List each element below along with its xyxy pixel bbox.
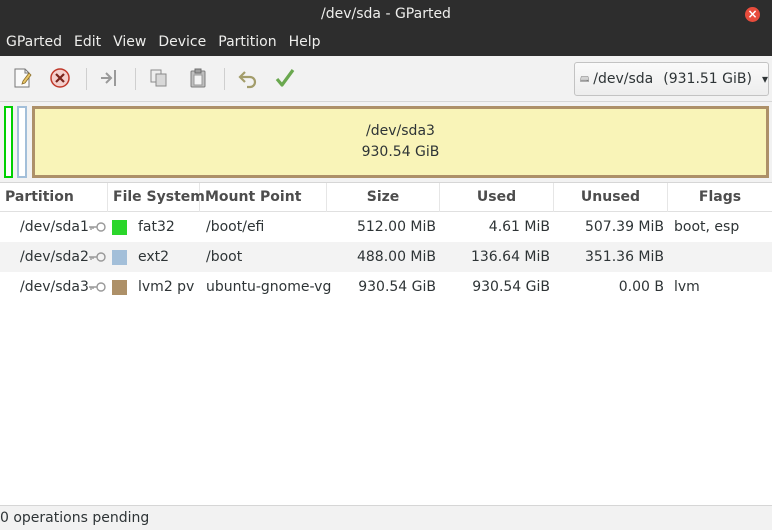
partition-unused: 507.39 MiB (584, 219, 664, 235)
menu-bar: GParted Edit View Device Partition Help (0, 29, 772, 56)
resize-move-icon (101, 70, 116, 86)
copy-button[interactable] (147, 66, 171, 90)
column-header-used[interactable]: Used (440, 183, 554, 212)
partition-size: 512.00 MiB (356, 219, 436, 235)
filesystem-color-swatch (112, 250, 127, 265)
partition-graphic: /dev/sda3 930.54 GiB (0, 102, 772, 182)
device-name: /dev/sda (593, 71, 654, 87)
paste-icon (190, 68, 206, 88)
partition-unused: 0.00 B (618, 279, 664, 295)
partition-path: /dev/sda2 (20, 249, 89, 265)
device-selector[interactable]: /dev/sda (931.51 GiB) ▾ (574, 62, 769, 96)
paste-button[interactable] (186, 66, 210, 90)
copy-icon (150, 69, 167, 87)
partition-path: /dev/sda1 (20, 219, 89, 235)
selected-partition-name: /dev/sda3 (366, 123, 435, 139)
apply-button[interactable] (273, 66, 297, 90)
chevron-down-icon: ▾ (761, 72, 768, 86)
toolbar-separator (224, 68, 225, 90)
column-header-file-system[interactable]: File System (108, 183, 205, 212)
partition-used: 4.61 MiB (488, 219, 550, 235)
key-icon (88, 212, 106, 242)
partition-size: 930.54 GiB (358, 279, 436, 295)
mount-point: ubuntu-gnome-vg (206, 279, 332, 295)
column-header-unused[interactable]: Unused (554, 183, 668, 212)
toolbar-separator (86, 68, 87, 90)
partition-block-sda3[interactable]: /dev/sda3 930.54 GiB (32, 106, 769, 178)
delete-partition-button[interactable] (48, 66, 72, 90)
filesystem-color-swatch (112, 220, 127, 235)
table-row[interactable]: /dev/sda3 lvm2 pv ubuntu-gnome-vg 930.54… (0, 272, 772, 302)
filesystem-type: fat32 (138, 219, 175, 235)
apply-icon (275, 69, 295, 87)
partition-block-sda2[interactable] (17, 106, 27, 178)
filesystem-color-swatch (112, 280, 127, 295)
status-bar: 0 operations pending (0, 505, 772, 530)
resize-move-button[interactable] (97, 66, 121, 90)
filesystem-type: lvm2 pv (138, 279, 195, 295)
menu-help[interactable]: Help (283, 29, 327, 56)
menu-gparted[interactable]: GParted (0, 29, 68, 56)
title-bar: /dev/sda - GParted × (0, 0, 772, 29)
pending-operations-status: 0 operations pending (0, 510, 150, 526)
undo-button[interactable] (236, 66, 260, 90)
new-icon (14, 68, 32, 88)
table-row[interactable]: /dev/sda1 fat32 /boot/efi 512.00 MiB 4.6… (0, 212, 772, 242)
menu-edit[interactable]: Edit (68, 29, 107, 56)
menu-partition[interactable]: Partition (212, 29, 282, 56)
menu-view[interactable]: View (107, 29, 152, 56)
partition-flags: lvm (674, 279, 700, 295)
table-row[interactable]: /dev/sda2 ext2 /boot 488.00 MiB 136.64 M… (0, 242, 772, 272)
partition-used: 930.54 GiB (472, 279, 550, 295)
toolbar: /dev/sda (931.51 GiB) ▾ (0, 56, 772, 102)
mount-point: /boot (206, 249, 243, 265)
column-header-mount-point[interactable]: Mount Point (200, 183, 327, 212)
column-header-partition[interactable]: Partition (0, 183, 108, 212)
close-icon[interactable]: × (745, 7, 760, 22)
hard-disk-icon (580, 76, 590, 82)
new-partition-button[interactable] (10, 66, 34, 90)
column-header-flags[interactable]: Flags (668, 183, 772, 212)
filesystem-type: ext2 (138, 249, 170, 265)
menu-device[interactable]: Device (152, 29, 212, 56)
partition-table: Partition File System Mount Point Size U… (0, 182, 772, 505)
partition-path: /dev/sda3 (20, 279, 89, 295)
partition-flags: boot, esp (674, 219, 740, 235)
undo-icon (238, 71, 257, 89)
key-icon (88, 272, 106, 302)
mount-point: /boot/efi (206, 219, 265, 235)
delete-icon (50, 68, 70, 88)
toolbar-separator (135, 68, 136, 90)
partition-size: 488.00 MiB (356, 249, 436, 265)
selected-partition-size: 930.54 GiB (361, 144, 440, 160)
partition-used: 136.64 MiB (470, 249, 550, 265)
column-header-size[interactable]: Size (327, 183, 440, 212)
key-icon (88, 242, 106, 272)
partition-block-sda1[interactable] (4, 106, 13, 178)
window-title: /dev/sda - GParted (321, 6, 451, 22)
table-header: Partition File System Mount Point Size U… (0, 183, 772, 212)
partition-unused: 351.36 MiB (584, 249, 664, 265)
device-size: (931.51 GiB) (663, 71, 752, 87)
